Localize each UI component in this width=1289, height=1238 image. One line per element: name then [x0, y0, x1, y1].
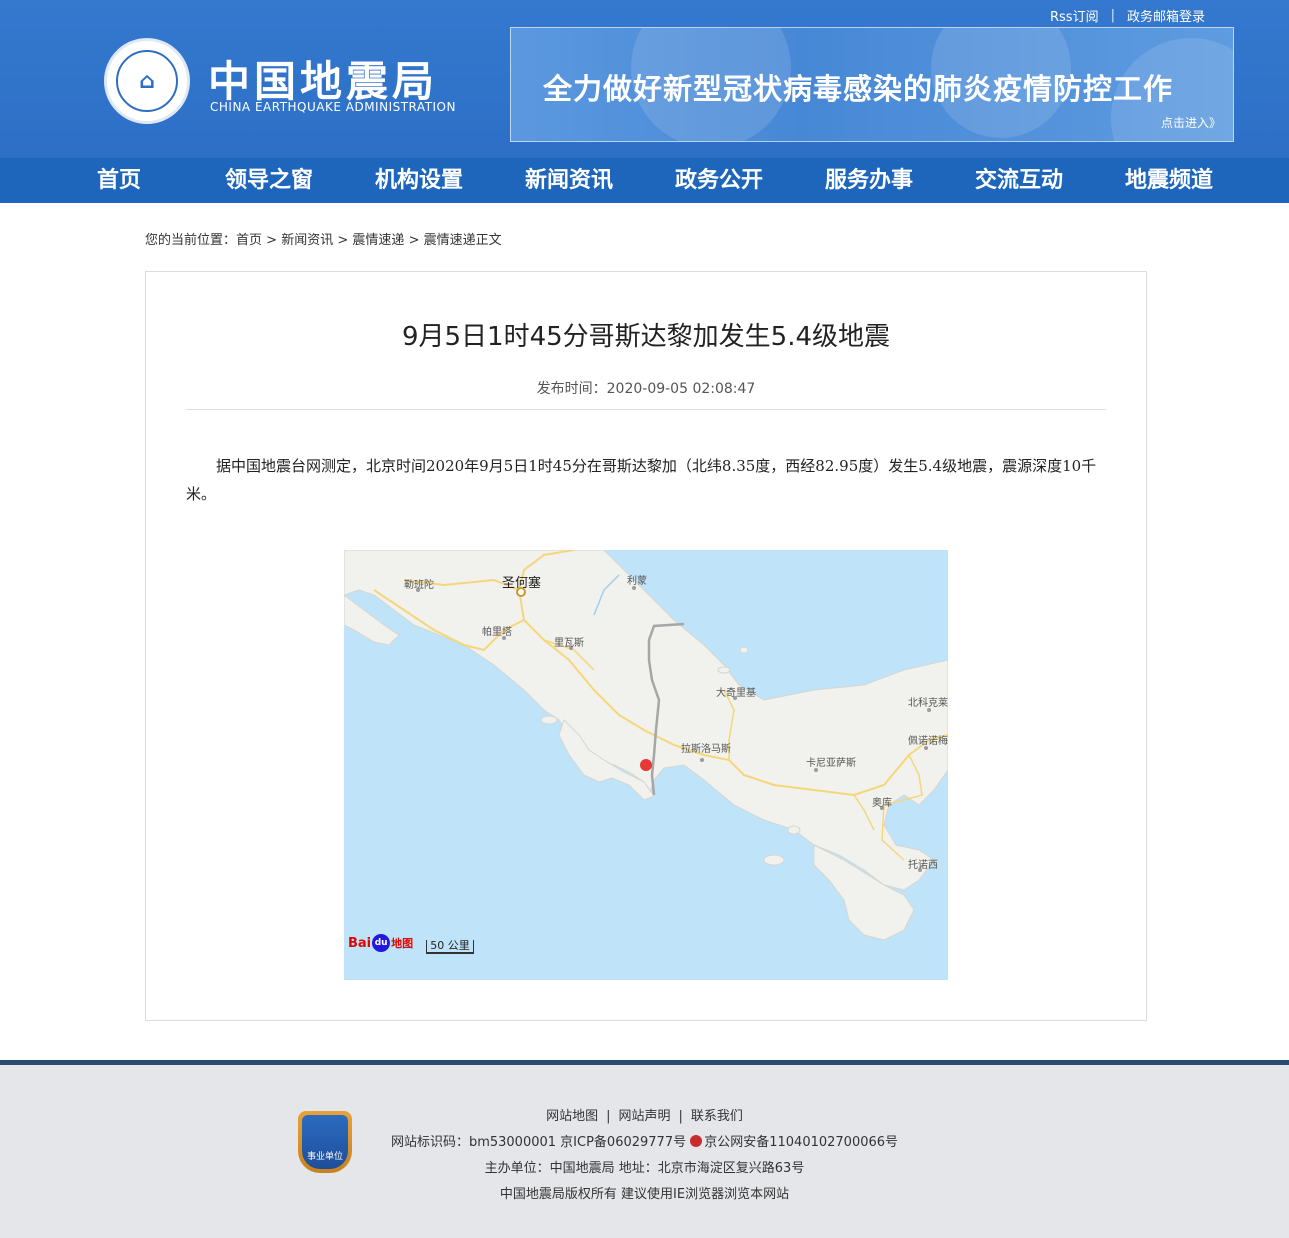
map-label-place: 大奇里基: [716, 688, 756, 699]
map-label-place: 里瓦斯: [554, 638, 584, 649]
map-label-place: 卡尼亚萨斯: [806, 758, 856, 769]
footer-link-separator: |: [606, 1109, 611, 1124]
map-scale-bar: 50 公里: [426, 940, 474, 954]
footer-link-contact[interactable]: 联系我们: [691, 1109, 743, 1124]
epidemic-banner[interactable]: 全力做好新型冠状病毒感染的肺炎疫情防控工作 点击进入》: [510, 27, 1234, 142]
mail-login-link[interactable]: 政务邮箱登录: [1127, 6, 1205, 25]
map-label-place: 利蒙: [627, 576, 647, 587]
map-label-place: 托诺西: [908, 860, 938, 871]
footer-link-sitemap[interactable]: 网站地图: [546, 1109, 598, 1124]
footer-icp[interactable]: 网站标识码：bm53000001 京ICP备06029777号: [391, 1135, 686, 1150]
top-links: Rss订阅 | 政务邮箱登录: [1050, 6, 1205, 25]
footer-link-statement[interactable]: 网站声明: [618, 1109, 670, 1124]
breadcrumb-prefix: 您的当前位置：: [145, 233, 237, 248]
nav-item-services[interactable]: 服务办事: [794, 158, 944, 203]
breadcrumb-item[interactable]: 新闻资讯: [281, 233, 333, 248]
baidu-logo-suffix: 地图: [391, 937, 414, 950]
nav-item-earthquake-channel[interactable]: 地震频道: [1094, 158, 1244, 203]
banner-title: 全力做好新型冠状病毒感染的肺炎疫情防控工作: [543, 72, 1174, 106]
breadcrumb-current: 震情速递正文: [423, 233, 502, 248]
police-badge-icon: [690, 1135, 703, 1147]
breadcrumb-separator: >: [266, 233, 278, 248]
earthquake-map[interactable]: 圣何塞 勒班陀 利蒙 帕里塔 里瓦斯 大奇里基 北科克莱 佩诺诺梅 拉斯洛马斯 …: [344, 550, 948, 980]
breadcrumb-separator: >: [337, 233, 349, 248]
map-canvas: [344, 550, 948, 980]
site-footer: 事业单位 网站地图 | 网站声明 | 联系我们 网站标识码：bm53000001 京IC…: [0, 1065, 1289, 1238]
footer-copyright-row: 中国地震局版权所有 建议使用IE浏览器浏览本网站: [499, 1187, 790, 1202]
article-panel: 9月5日1时45分哥斯达黎加发生5.4级地震 发布时间：2020-09-05 0…: [145, 271, 1147, 1021]
nav-item-leaders[interactable]: 领导之窗: [194, 158, 344, 203]
publish-time: 发布时间：2020-09-05 02:08:47: [536, 381, 756, 397]
map-label-place: 佩诺诺梅: [908, 736, 948, 747]
breadcrumb: 您的当前位置：首页 > 新闻资讯 > 震情速递 > 震情速递正文: [145, 229, 502, 248]
footer-icp-row: 网站标识码：bm53000001 京ICP备06029777号 京公网安备110…: [0, 1131, 1289, 1150]
banner-enter-link[interactable]: 点击进入》: [1161, 114, 1221, 131]
footer-links: 网站地图 | 网站声明 | 联系我们: [0, 1105, 1289, 1124]
nav-item-organization[interactable]: 机构设置: [344, 158, 494, 203]
article-title: 9月5日1时45分哥斯达黎加发生5.4级地震: [401, 322, 891, 352]
cea-emblem-icon: ⌂: [116, 50, 178, 112]
map-label-capital: 圣何塞: [502, 576, 542, 591]
footer-police-record[interactable]: 京公网安备11040102700066号: [704, 1135, 898, 1150]
baidu-map-logo[interactable]: Bai du 地图: [348, 934, 413, 952]
site-header: Rss订阅 | 政务邮箱登录 ⌂ 中国地震局 CHINA EARTHQUAKE …: [0, 0, 1289, 158]
footer-link-separator: |: [678, 1109, 683, 1124]
nav-item-news[interactable]: 新闻资讯: [494, 158, 644, 203]
epicenter-marker[interactable]: [640, 759, 652, 771]
baidu-logo-text: Bai: [348, 935, 372, 951]
map-label-place: 帕里塔: [482, 627, 512, 638]
article-body: 据中国地震台网测定，北京时间2020年9月5日1时45分在哥斯达黎加（北纬8.3…: [186, 457, 1097, 503]
breadcrumb-item[interactable]: 首页: [236, 233, 262, 248]
breadcrumb-separator: >: [408, 233, 420, 248]
rss-link[interactable]: Rss订阅: [1050, 6, 1099, 25]
map-label-place: 勒班陀: [404, 580, 434, 591]
footer-host-row: 主办单位：中国地震局 地址：北京市海淀区复兴路63号: [484, 1161, 805, 1176]
nav-item-home[interactable]: 首页: [44, 158, 194, 203]
cea-logo[interactable]: ⌂: [104, 38, 190, 124]
main-nav: 首页 领导之窗 机构设置 新闻资讯 政务公开 服务办事 交流互动 地震频道: [0, 158, 1289, 203]
map-label-place: 奥库: [872, 798, 892, 809]
nav-item-interaction[interactable]: 交流互动: [944, 158, 1094, 203]
map-label-place: 北科克莱: [908, 698, 948, 709]
title-divider: [186, 409, 1106, 410]
top-link-separator: |: [1110, 8, 1115, 23]
baidu-paw-icon: du: [372, 934, 391, 952]
site-name-en: CHINA EARTHQUAKE ADMINISTRATION: [210, 100, 456, 114]
nav-item-government-affairs[interactable]: 政务公开: [644, 158, 794, 203]
breadcrumb-item[interactable]: 震情速递: [352, 233, 404, 248]
map-label-place: 拉斯洛马斯: [681, 744, 731, 755]
